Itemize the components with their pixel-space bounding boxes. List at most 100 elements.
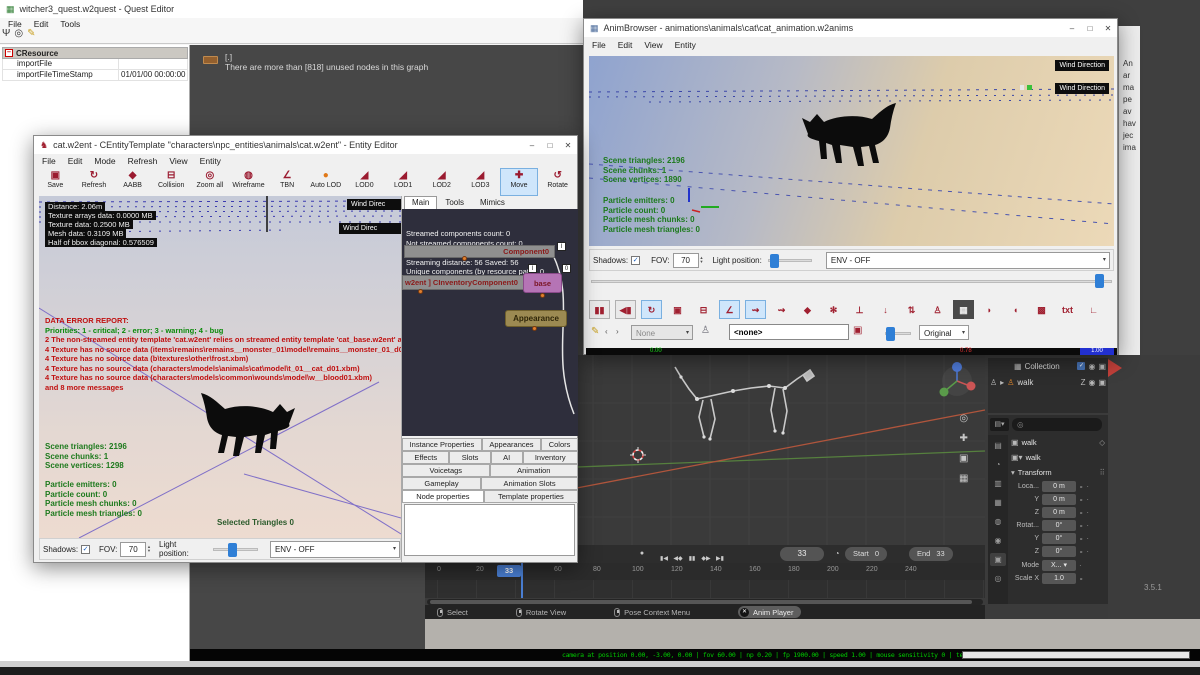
record-button[interactable]: ● [635,547,649,560]
anim-toolbar-icon[interactable]: ∠ [719,300,740,319]
timeline-ruler[interactable]: 020406080100120140160180200220240 33 [425,563,985,580]
graph-node-component[interactable]: Component0 [404,245,555,258]
property-tab-button[interactable]: Template properties [484,490,578,503]
fov-field[interactable]: 70 [673,253,699,268]
anim-toolbar-icon[interactable]: ∟ [1083,300,1104,319]
maximize-button[interactable]: □ [541,138,559,153]
transform-value-field[interactable]: 0 m [1042,494,1076,505]
property-tab-button[interactable]: Node properties [402,490,484,503]
hide-eye-icon[interactable]: ◉ [1088,378,1095,387]
prev-arrow-icon[interactable]: ‹ [605,327,608,336]
property-tab-button[interactable]: AI [491,451,523,464]
playhead-frame-badge[interactable]: 33 [497,565,521,577]
resource-grid-header[interactable]: – CResource [2,47,188,59]
property-tab-button[interactable]: Voicetags [402,464,490,477]
property-tab-icon[interactable]: ◍ [990,515,1006,528]
anim-toolbar-icon[interactable]: ⇝ [745,300,766,319]
anim-toolbar-icon[interactable]: ↻ [641,300,662,319]
graph-node-inventory[interactable]: w2ent ] CInventoryComponent0 [402,275,526,290]
menu-item[interactable]: Entity [194,155,227,167]
animation-name-field[interactable] [729,324,849,340]
property-tab-icon[interactable]: ◎ [990,572,1006,585]
property-tab-button[interactable]: Colors [541,438,578,451]
property-tab-button[interactable]: Slots [449,451,490,464]
minimize-button[interactable]: – [1063,21,1081,36]
time-slider-thumb[interactable] [1095,274,1104,288]
close-button[interactable]: ✕ [559,138,577,153]
expand-arrow-icon[interactable]: ▸ [1000,378,1004,387]
animset-select[interactable]: None▾ [631,325,693,340]
toolbar-icon[interactable]: ◎ [14,28,23,39]
toolbar-icon[interactable]: Ψ [2,28,10,39]
property-tab-button[interactable]: Inventory [523,451,579,464]
export-icon[interactable]: ▣ [853,325,862,336]
graph-node-icon[interactable] [203,56,218,64]
menu-item[interactable]: File [36,155,62,167]
anim-toolbar-icon[interactable]: ♙ [927,300,948,319]
anim-toolbar-icon[interactable]: ⊥ [849,300,870,319]
fov-stepper[interactable]: ▲▼ [700,256,704,264]
playback-speed-select[interactable]: Original▾ [919,325,969,340]
pin-icon[interactable]: ◇ [1099,438,1105,447]
render-camera-icon[interactable]: ▣ [1098,362,1106,371]
rotation-mode-select[interactable]: X... ▾ [1042,560,1076,571]
animate-dot-icon[interactable]: · [1086,482,1089,491]
anim-toolbar-icon[interactable]: ◖ [1005,300,1026,319]
panel-tab[interactable]: Tools [437,196,472,209]
animate-dot-icon[interactable]: · [1086,495,1089,504]
node-socket[interactable] [418,289,423,294]
property-tab-icon[interactable]: ▣ [990,553,1006,566]
transform-value-field[interactable]: 0 m [1042,507,1076,518]
toolbar-button[interactable]: ▣ Save [36,168,75,196]
anim-toolbar-icon[interactable]: ⇝ [771,300,792,319]
anim-toolbar-icon[interactable]: ⊟ [693,300,714,319]
minimize-button[interactable]: – [523,138,541,153]
menu-item[interactable]: Mode [88,155,121,167]
anim-time-slider[interactable] [589,273,1114,289]
anim-3d-viewport[interactable]: Wind Direction Wind Direction Scene tria… [589,56,1114,246]
toolbar-button[interactable]: ◍ Wireframe [229,168,268,196]
nav-icon[interactable]: ▦ [959,473,968,484]
menu-item[interactable]: View [163,155,193,167]
shadows-checkbox[interactable]: ✓ [81,545,90,554]
anim-toolbar-icon[interactable]: ◀▮ [615,300,636,319]
edit-pencil-icon[interactable]: ✎ [591,326,599,337]
toolbar-button[interactable]: ↺ Rotate [538,168,577,196]
node-socket[interactable] [532,326,537,331]
menu-item[interactable]: Entity [669,39,702,51]
table-row[interactable]: importFileTimeStamp 01/01/00 00:00:00 [2,70,188,81]
property-value[interactable]: 01/01/00 00:00:00 [119,70,187,80]
fov-field[interactable]: 70 [120,542,146,557]
maximize-button[interactable]: □ [1081,21,1099,36]
animate-dot-icon[interactable]: · [1079,561,1082,570]
property-tab-icon[interactable]: ▦ [990,496,1006,509]
transform-value-field[interactable]: 0° [1042,546,1076,557]
anim-toolbar-icon[interactable]: ✻ [823,300,844,319]
anim-toolbar-icon[interactable]: ▣ [667,300,688,319]
frame-start-field[interactable]: Start0 [845,547,887,561]
toolbar-button[interactable]: ◢ LOD3 [461,168,500,196]
outliner-row-walk[interactable]: ♙ ▸ ♙ walk Z ◉ ▣ [988,374,1108,390]
toolbar-button[interactable]: ◎ Zoom all [191,168,230,196]
animate-dot-icon[interactable]: · [1086,534,1089,543]
nav-icon[interactable]: ◎ [959,413,968,424]
transform-value-field[interactable]: 0 m [1042,481,1076,492]
hide-eye-icon[interactable]: ◉ [1088,362,1095,371]
data-block-row[interactable]: ▣▾ walk [1008,450,1108,465]
menu-item[interactable]: Edit [612,39,639,51]
light-position-slider[interactable] [213,548,258,551]
current-frame-field[interactable]: 33 [780,547,824,561]
toolbar-button[interactable]: ↻ Refresh [75,168,114,196]
anim-toolbar-icon[interactable]: ▮▮ [589,300,610,319]
menu-item[interactable]: Refresh [122,155,164,167]
toolbar-icon[interactable]: ✎ [27,28,35,39]
property-tab-button[interactable]: Appearances [482,438,541,451]
hidden-panel-arrow-icon[interactable] [1108,359,1122,377]
editor-type-dropdown[interactable]: ▤▾ [990,418,1009,431]
lock-icon[interactable]: ∘ [1079,483,1083,491]
property-tab-button[interactable]: Effects [402,451,449,464]
graph-node-base[interactable]: base [523,273,562,293]
property-tab-button[interactable]: Animation [490,464,578,477]
node-socket[interactable] [540,293,545,298]
collection-checkbox[interactable]: ✓ [1077,362,1085,370]
